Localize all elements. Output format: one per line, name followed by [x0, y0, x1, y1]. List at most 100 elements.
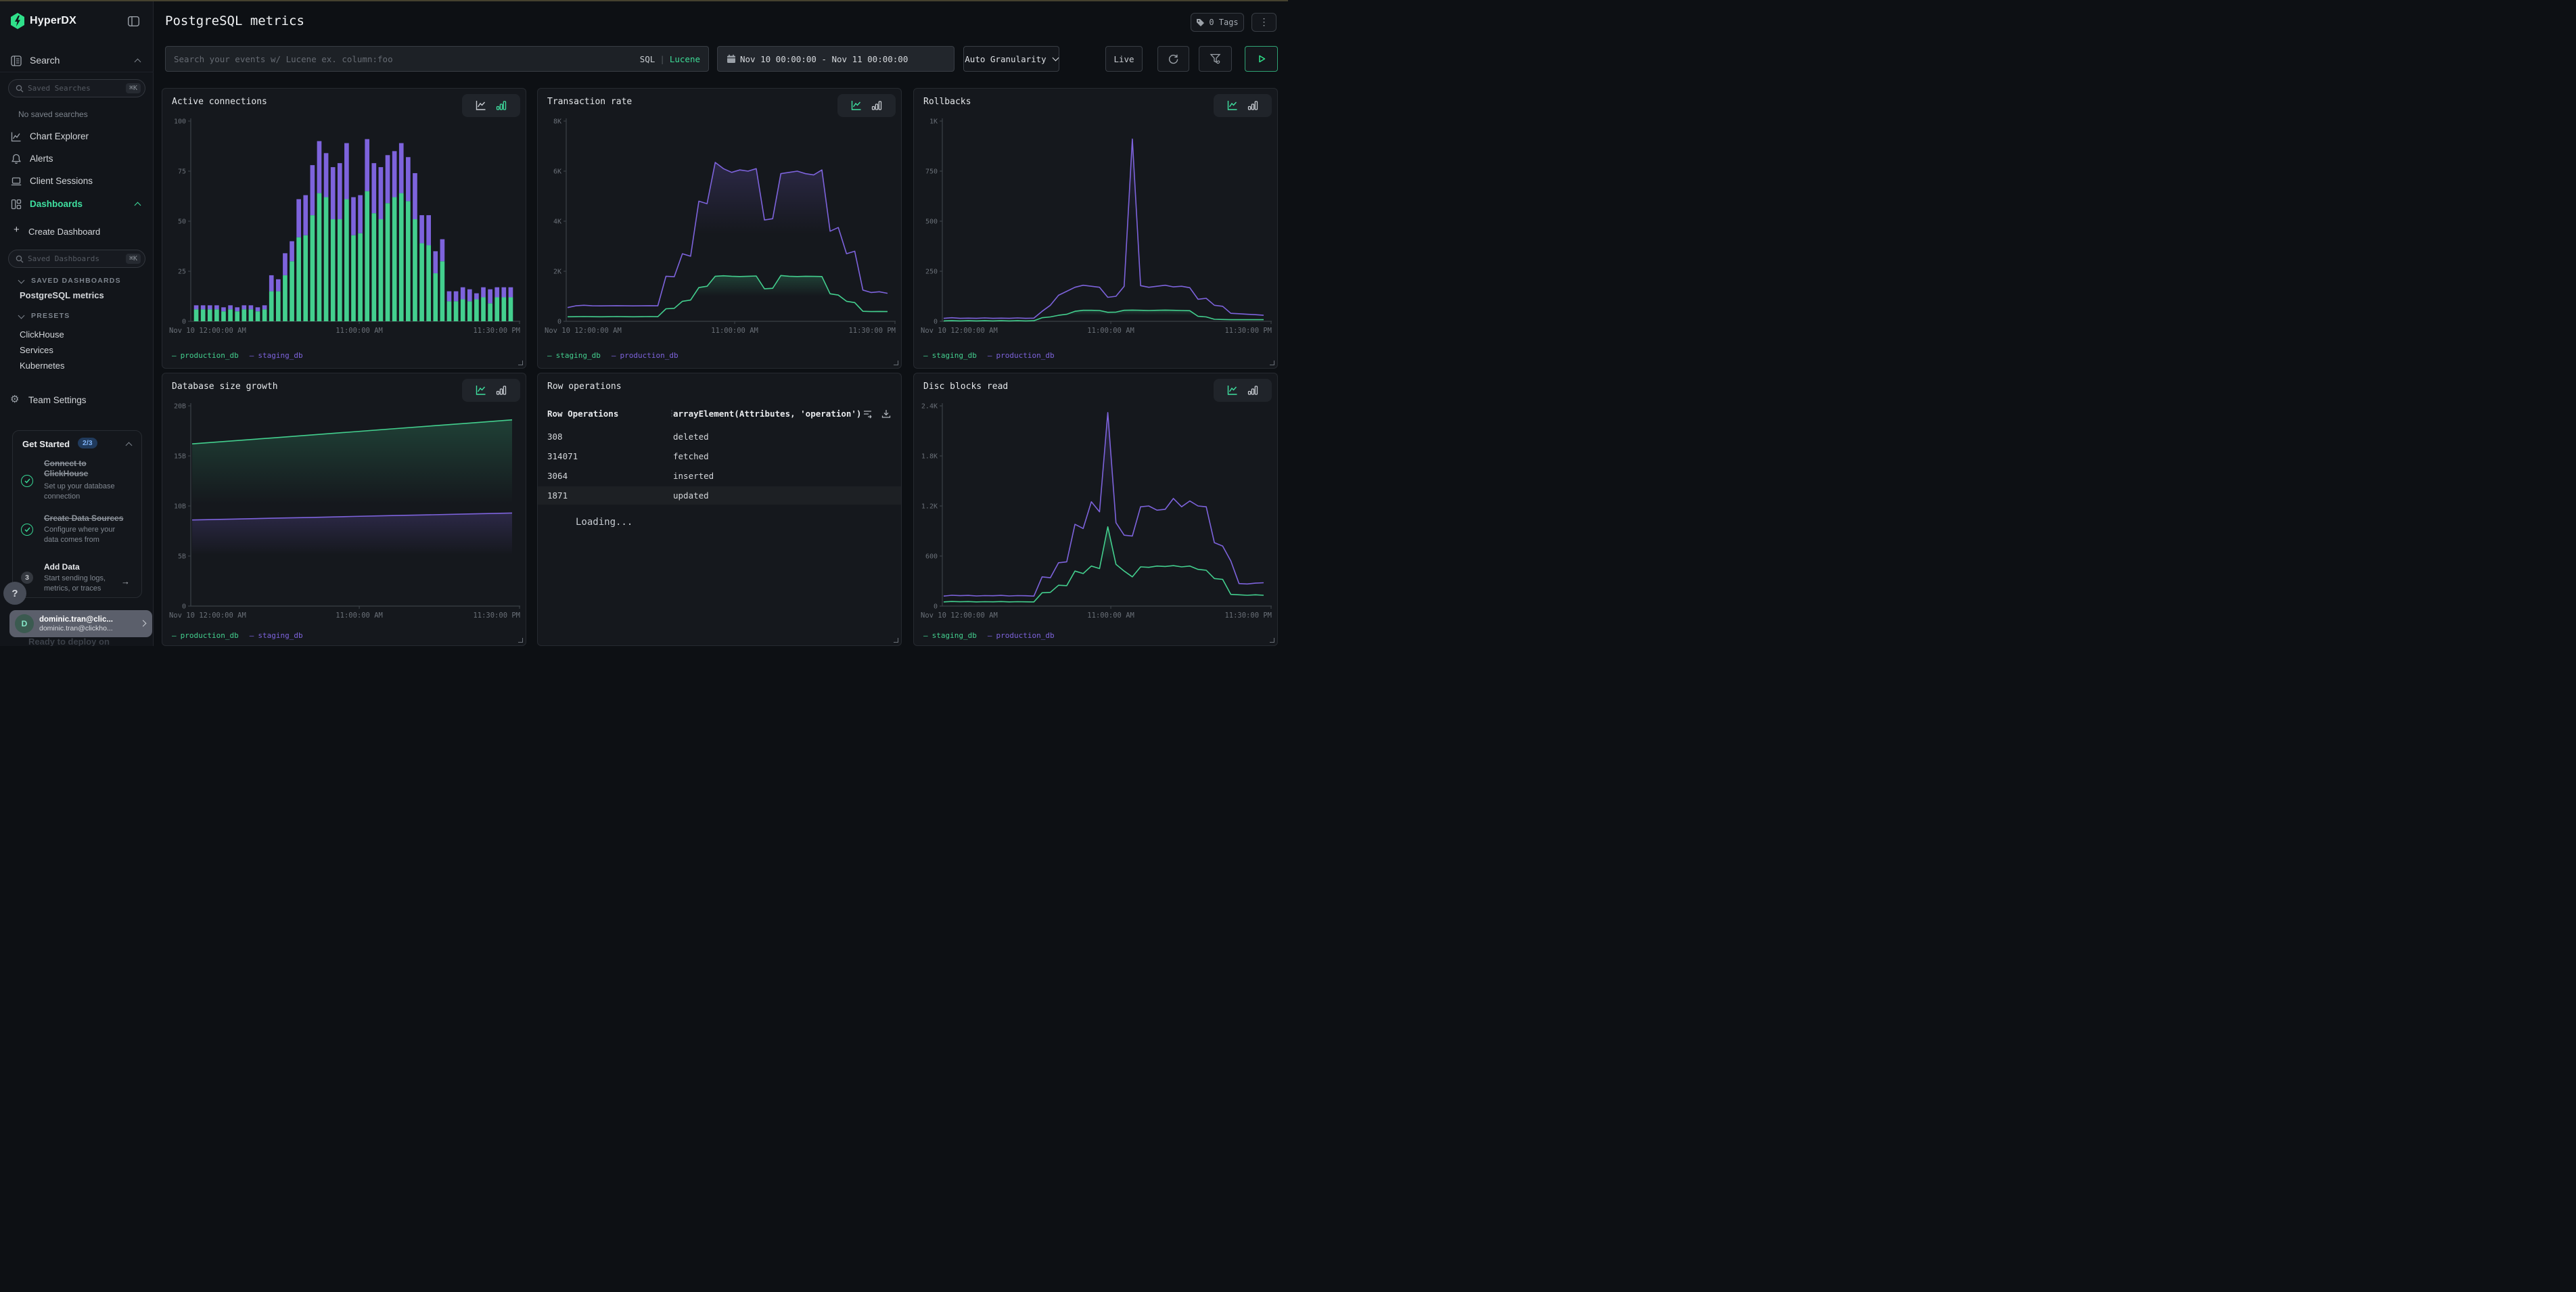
table-row[interactable]: 308deleted — [538, 428, 901, 446]
bar-chart-icon[interactable] — [1247, 384, 1259, 396]
kbd-shortcut: ⌘K — [126, 254, 141, 264]
bar-chart-icon[interactable] — [495, 384, 507, 396]
download-icon[interactable] — [881, 409, 892, 419]
legend-item[interactable]: —staging_db — [250, 351, 303, 360]
avatar: D — [15, 614, 34, 633]
line-chart-icon[interactable] — [850, 99, 862, 112]
legend-item[interactable]: —production_db — [988, 631, 1055, 640]
svg-text:11:30:00 PM: 11:30:00 PM — [473, 612, 520, 620]
date-range-picker[interactable]: Nov 10 00:00:00 - Nov 11 00:00:00 — [717, 46, 954, 72]
step-desc: Set up your databaseconnection — [44, 482, 115, 502]
svg-text:75: 75 — [178, 168, 186, 176]
step-title[interactable]: Create Data Sources — [44, 513, 123, 524]
event-search-input[interactable] — [174, 54, 640, 64]
svg-text:Nov 10 12:00:00 AM: Nov 10 12:00:00 AM — [921, 612, 998, 620]
live-button[interactable]: Live — [1105, 46, 1143, 72]
sql-toggle[interactable]: SQL — [640, 54, 656, 64]
bar-chart-icon[interactable] — [871, 99, 883, 112]
line-chart-icon[interactable] — [475, 384, 487, 396]
plus-icon: + — [14, 224, 20, 235]
panel-rollbacks: Rollbacks 02505007501KNov 10 12:00:00 AM… — [913, 88, 1278, 369]
chevron-down-icon[interactable] — [18, 277, 25, 284]
resize-handle[interactable] — [518, 638, 523, 643]
hyperdx-logo-icon — [10, 13, 25, 29]
table-row[interactable]: 3064inserted — [538, 467, 901, 485]
step-title[interactable]: Add Data — [44, 562, 80, 572]
sidebar-item-chart-explorer[interactable]: Chart Explorer — [30, 131, 89, 141]
chart-legend: —production_db —staging_db — [172, 631, 303, 640]
table-row[interactable]: 314071fetched — [538, 447, 901, 465]
column-header[interactable]: arrayElement(Attributes, 'operation') — [673, 409, 861, 419]
user-menu[interactable]: D dominic.tran@clic... dominic.tran@clic… — [9, 610, 152, 637]
sidebar-item-postgresql-metrics[interactable]: PostgreSQL metrics — [20, 290, 104, 300]
svg-text:15B: 15B — [174, 453, 186, 461]
chevron-up-icon[interactable] — [135, 202, 141, 209]
step-title[interactable]: Connect toClickHouse — [44, 459, 88, 479]
chevron-up-icon[interactable] — [126, 442, 133, 449]
granularity-select[interactable]: Auto Granularity — [963, 46, 1059, 72]
resize-handle[interactable] — [894, 638, 898, 643]
sidebar-item-team-settings[interactable]: Team Settings — [28, 395, 87, 405]
filter-button[interactable] — [1199, 46, 1232, 72]
kebab-menu-button[interactable]: ⋮ — [1251, 13, 1276, 32]
legend-item[interactable]: —staging_db — [250, 631, 303, 640]
resize-handle[interactable] — [518, 361, 523, 365]
chevron-down-icon[interactable] — [18, 313, 25, 319]
chart-canvas: 06001.2K1.8K2.4KNov 10 12:00:00 AM11:00:… — [919, 396, 1273, 624]
presets-section-label[interactable]: PRESETS — [31, 312, 70, 320]
line-chart-icon[interactable] — [1226, 99, 1239, 112]
deploy-teaser-text: Ready to deploy on — [28, 637, 110, 646]
arrow-right-icon[interactable]: → — [121, 576, 130, 586]
legend-item[interactable]: —production_db — [172, 631, 239, 640]
legend-item[interactable]: —production_db — [612, 351, 678, 360]
bell-icon — [11, 154, 22, 164]
chart-canvas: 0255075100Nov 10 12:00:00 AM11:00:00 AM1… — [168, 112, 522, 339]
line-chart-icon[interactable] — [1226, 384, 1239, 396]
kbd-shortcut: ⌘K — [126, 83, 141, 93]
sidebar-item-kubernetes[interactable]: Kubernetes — [20, 361, 65, 371]
saved-searches-input[interactable] — [28, 84, 126, 93]
resize-handle[interactable] — [894, 361, 898, 365]
legend-item[interactable]: —staging_db — [923, 351, 977, 360]
sort-rows-icon[interactable] — [862, 409, 874, 420]
run-query-button[interactable] — [1245, 46, 1278, 72]
tags-button[interactable]: 0 Tags — [1191, 13, 1244, 32]
saved-dashboards-search[interactable]: ⌘K — [8, 250, 145, 268]
saved-searches-search[interactable]: ⌘K — [8, 79, 145, 97]
sidebar-item-search-label[interactable]: Search — [30, 55, 60, 66]
sidebar-item-client-sessions[interactable]: Client Sessions — [30, 176, 93, 186]
bar-chart-icon[interactable] — [1247, 99, 1259, 112]
resize-handle[interactable] — [1270, 361, 1274, 365]
table-row[interactable]: 1871updated — [538, 486, 901, 505]
refresh-button[interactable] — [1157, 46, 1189, 72]
sidebar-item-alerts[interactable]: Alerts — [30, 154, 53, 164]
chevron-up-icon[interactable] — [135, 59, 141, 66]
svg-text:600: 600 — [925, 553, 938, 561]
svg-text:5B: 5B — [178, 553, 186, 561]
bar-chart-icon[interactable] — [495, 99, 507, 112]
sidebar-item-search[interactable] — [11, 55, 22, 70]
get-started-card: Get Started 2/3 Connect toClickHouse Set… — [12, 430, 142, 598]
journal-icon — [11, 55, 22, 66]
create-dashboard-button[interactable]: Create Dashboard — [28, 227, 100, 237]
legend-item[interactable]: —staging_db — [923, 631, 977, 640]
event-search-bar[interactable]: SQL | Lucene — [165, 46, 709, 72]
sidebar-item-dashboards[interactable]: Dashboards — [30, 199, 83, 209]
help-button[interactable]: ? — [3, 582, 26, 605]
legend-item[interactable]: —staging_db — [547, 351, 601, 360]
column-header[interactable]: Row Operations — [547, 409, 618, 419]
sidebar-item-services[interactable]: Services — [20, 345, 53, 355]
check-circle-icon — [21, 524, 33, 536]
legend-item[interactable]: —production_db — [988, 351, 1055, 360]
svg-text:1.2K: 1.2K — [921, 503, 938, 511]
user-email: dominic.tran@clickho... — [39, 624, 147, 633]
sidebar-item-clickhouse[interactable]: ClickHouse — [20, 329, 64, 340]
lucene-toggle[interactable]: Lucene — [670, 54, 700, 64]
saved-dashboards-section-label[interactable]: SAVED DASHBOARDS — [31, 277, 121, 285]
saved-dashboards-input[interactable] — [28, 254, 126, 263]
legend-item[interactable]: —production_db — [172, 351, 239, 360]
line-chart-icon[interactable] — [475, 99, 487, 112]
resize-handle[interactable] — [1270, 638, 1274, 643]
collapse-sidebar-icon[interactable] — [128, 16, 139, 26]
svg-text:0: 0 — [934, 319, 938, 326]
